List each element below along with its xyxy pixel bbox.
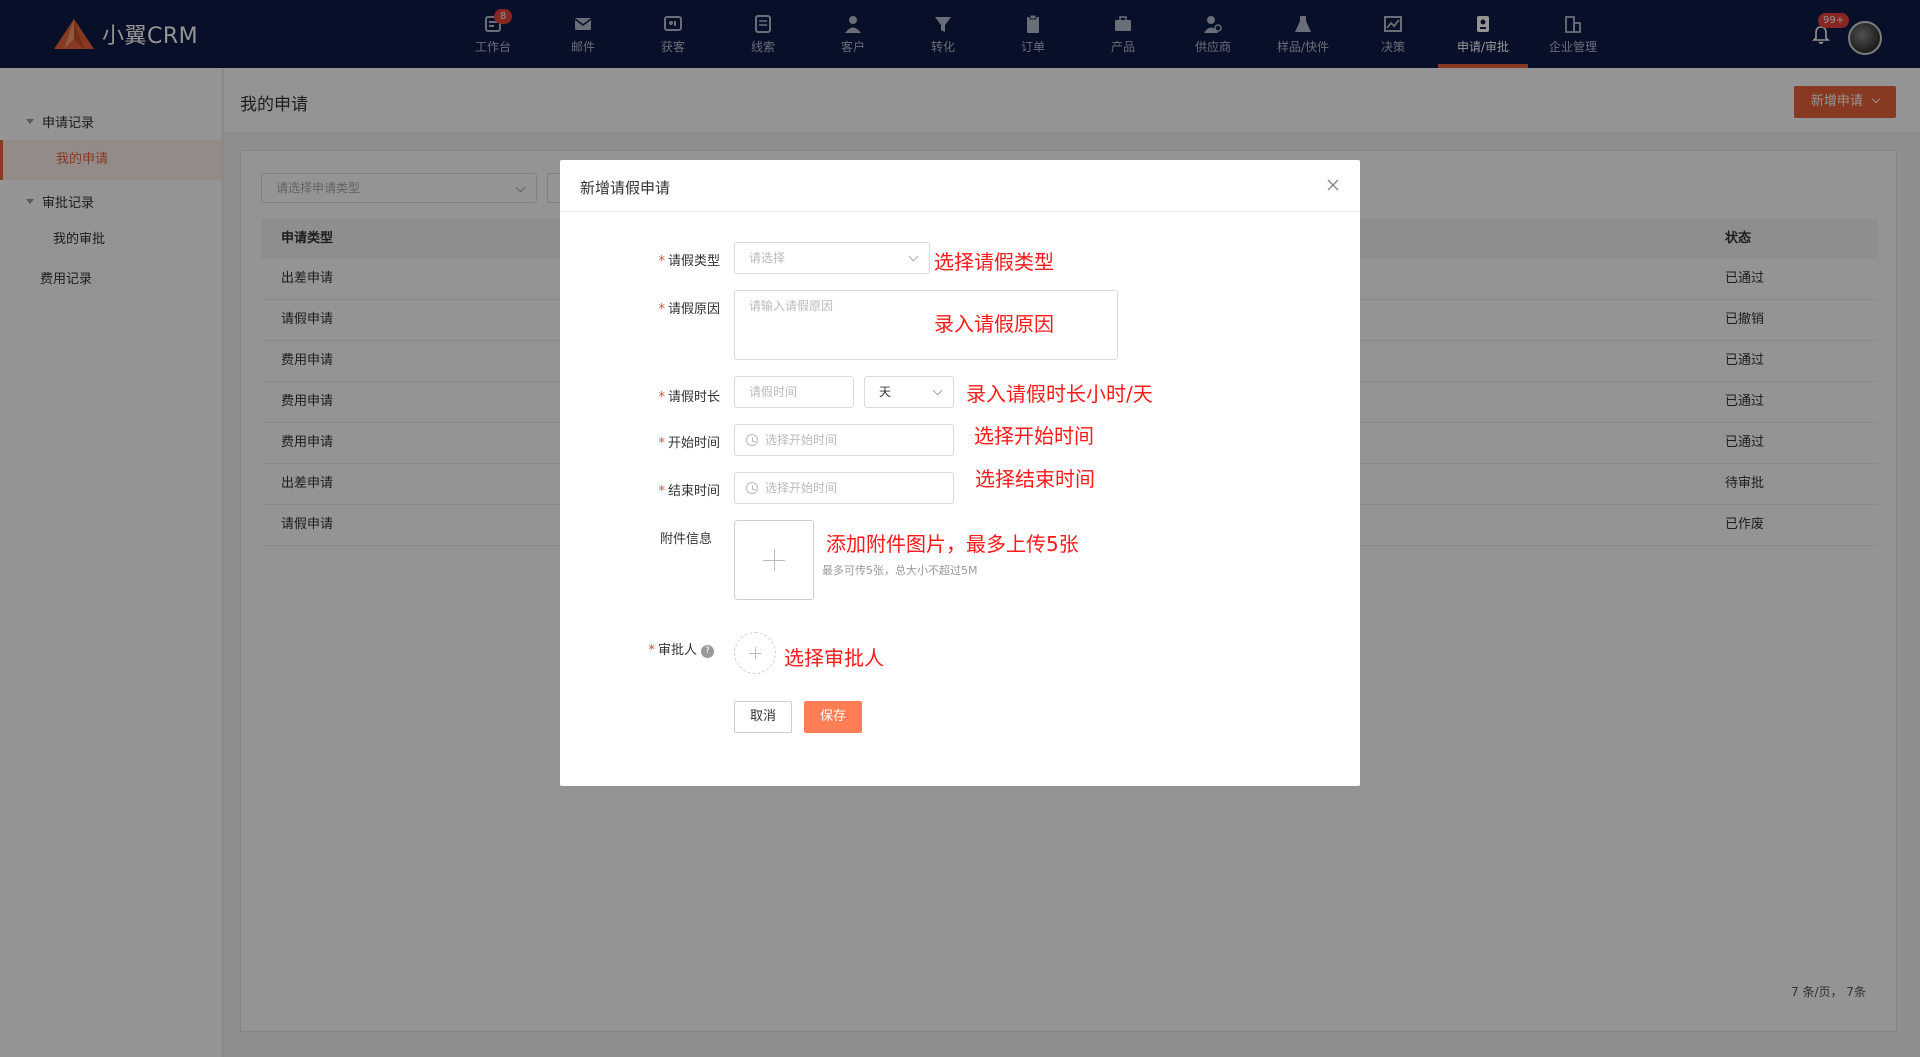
save-button[interactable]: 保存 — [804, 701, 862, 733]
start-time-label: * 开始时间 — [560, 432, 720, 451]
attachment-label: 附件信息 — [659, 532, 712, 547]
upload-image-button[interactable] — [734, 520, 814, 600]
end-time-annotation: 选择结束时间 — [975, 467, 1095, 491]
new-leave-request-dialog: 新增请假申请 * 请假类型 请选择 选择请假类型 * 请假原因 请输入请假原因 录入… — [560, 160, 1360, 786]
dialog-title: 新增请假申请 — [580, 179, 671, 197]
end-time-label-text: 结束时间 — [667, 484, 720, 499]
reason-label: * 请假原因 — [560, 298, 720, 317]
upload-hint: 最多可传5张，总大小不超过5M — [822, 564, 978, 577]
leave-type-annotation: 选择请假类型 — [934, 250, 1054, 274]
approver-label: * 审批人? — [560, 639, 720, 658]
end-time-label: * 结束时间 — [560, 480, 720, 499]
required-mark: * — [658, 254, 665, 269]
duration-input[interactable]: 请假时间 — [734, 376, 854, 408]
close-icon[interactable] — [1325, 177, 1341, 193]
approver-label-text: 审批人 — [657, 643, 697, 658]
leave-type-label: * 请假类型 — [560, 250, 720, 269]
duration-placeholder: 请假时间 — [749, 385, 798, 399]
required-mark: * — [658, 436, 665, 451]
start-time-picker[interactable]: 选择开始时间 — [734, 424, 954, 456]
reason-annotation: 录入请假原因 — [934, 312, 1054, 336]
duration-annotation: 录入请假时长小时/天 — [966, 382, 1153, 406]
duration-label: * 请假时长 — [560, 386, 720, 405]
required-mark: * — [648, 643, 655, 658]
add-approver-button[interactable] — [734, 632, 776, 674]
duration-unit-select[interactable]: 天 — [864, 376, 954, 408]
help-icon[interactable]: ? — [701, 645, 714, 658]
dialog-header: 新增请假申请 — [560, 160, 1360, 212]
reason-placeholder: 请输入请假原因 — [749, 299, 834, 313]
required-mark: * — [658, 302, 665, 317]
cancel-button[interactable]: 取消 — [734, 701, 792, 733]
chevron-down-icon — [908, 251, 919, 262]
attachment-annotation: 添加附件图片，最多上传5张 — [826, 532, 1079, 556]
required-mark: * — [658, 484, 665, 499]
required-mark: * — [658, 390, 665, 405]
end-time-picker[interactable]: 选择开始时间 — [734, 472, 954, 504]
end-time-placeholder: 选择开始时间 — [765, 481, 838, 495]
duration-label-text: 请假时长 — [667, 390, 720, 405]
reason-textarea[interactable]: 请输入请假原因 — [734, 290, 1118, 360]
clock-icon — [746, 482, 758, 494]
duration-unit-value: 天 — [879, 385, 892, 399]
leave-type-placeholder: 请选择 — [749, 251, 786, 265]
clock-icon — [746, 434, 758, 446]
start-time-placeholder: 选择开始时间 — [765, 433, 838, 447]
leave-type-select[interactable]: 请选择 — [734, 242, 930, 274]
start-time-label-text: 开始时间 — [667, 436, 720, 451]
reason-label-text: 请假原因 — [667, 302, 720, 317]
approver-annotation: 选择审批人 — [784, 646, 884, 670]
chevron-down-icon — [932, 385, 943, 396]
start-time-annotation: 选择开始时间 — [974, 424, 1094, 448]
leave-type-label-text: 请假类型 — [667, 254, 720, 269]
